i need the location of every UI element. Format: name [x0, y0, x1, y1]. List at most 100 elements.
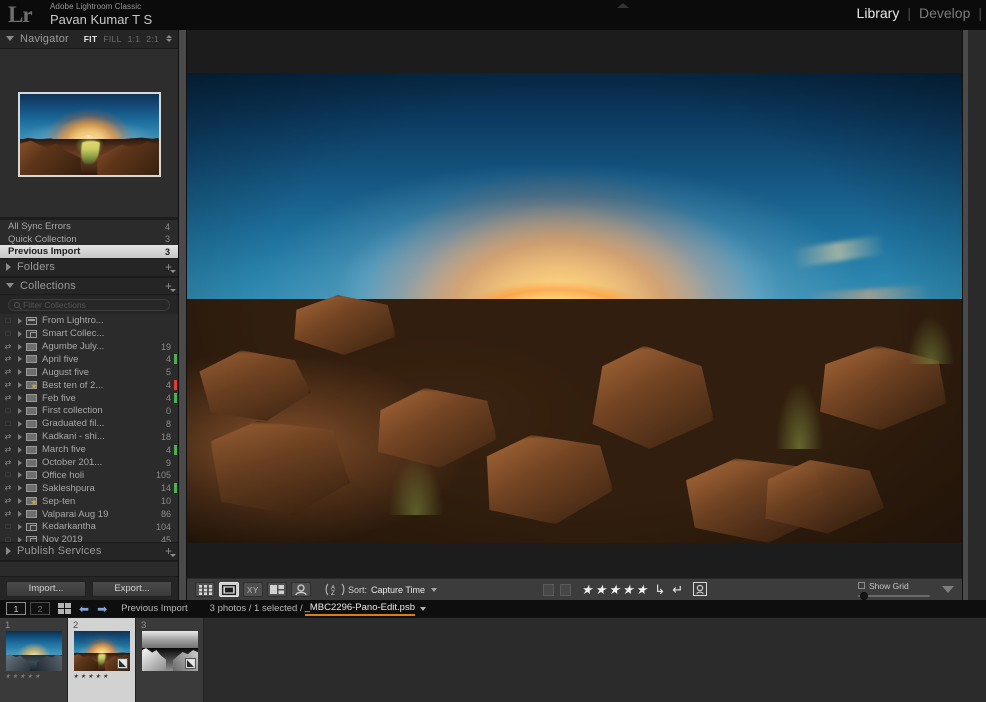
chevron-right-icon[interactable]	[16, 408, 26, 414]
add-collection-icon[interactable]: +	[165, 280, 172, 292]
collection-row[interactable]: ⇄Agumbe July...19	[0, 340, 178, 353]
publish-services-header[interactable]: Publish Services +	[0, 542, 178, 561]
sync-enabled-icon[interactable]: ⇄	[0, 343, 16, 351]
develop-edit-badge-icon[interactable]	[185, 658, 196, 669]
collection-row[interactable]: □Graduated fil...8	[0, 417, 178, 430]
zoom-2-1[interactable]: 2:1	[146, 34, 159, 44]
chevron-right-icon[interactable]	[16, 395, 26, 401]
sync-disabled-icon[interactable]: □	[0, 317, 16, 325]
filmstrip[interactable]: 1★★★★★2★★★★★3	[0, 617, 986, 702]
flag-pick-icon[interactable]	[543, 584, 554, 596]
chevron-right-icon[interactable]	[16, 434, 26, 440]
identity-plate[interactable]: Adobe Lightroom Classic Pavan Kumar T S	[50, 3, 152, 26]
filmstrip-source-label[interactable]: Previous Import	[121, 603, 188, 614]
sync-disabled-icon[interactable]: □	[0, 536, 16, 542]
show-grid-control[interactable]: Show Grid	[858, 581, 930, 599]
sync-enabled-icon[interactable]: ⇄	[0, 355, 16, 363]
sort-value[interactable]: Capture Time	[371, 585, 425, 595]
primary-photo[interactable]	[187, 73, 962, 543]
star-icon[interactable]: ★	[80, 674, 85, 680]
catalog-row-quick-collection[interactable]: Quick Collection 3	[0, 233, 178, 246]
catalog-row-all-sync-errors[interactable]: All Sync Errors 4	[0, 220, 178, 233]
loupe-view-icon[interactable]	[219, 582, 239, 597]
collection-row[interactable]: ⇄Feb five4	[0, 392, 178, 405]
thumbnail-rating[interactable]: ★★★★★	[5, 674, 40, 680]
rotate-left-icon[interactable]: ↳	[654, 583, 665, 596]
rating-stars[interactable]: ★★★★★	[581, 583, 647, 596]
sync-disabled-icon[interactable]: □	[0, 330, 16, 338]
add-folder-icon[interactable]: +	[165, 261, 172, 273]
filmstrip-thumbnail[interactable]: 2★★★★★	[68, 618, 136, 702]
rotate-right-icon[interactable]: ↵	[672, 583, 683, 596]
show-grid-checkbox[interactable]	[858, 582, 865, 589]
sync-enabled-icon[interactable]: ⇄	[0, 446, 16, 454]
chevron-right-icon[interactable]	[16, 524, 26, 530]
chevron-right-icon[interactable]	[16, 421, 26, 427]
zoom-1-1[interactable]: 1:1	[128, 34, 141, 44]
toolbar-options-icon[interactable]	[942, 586, 954, 593]
sync-disabled-icon[interactable]: □	[0, 407, 16, 415]
filmstrip-thumbnail[interactable]: 3	[136, 618, 204, 702]
chevron-right-icon[interactable]	[16, 318, 26, 324]
chevron-right-icon[interactable]	[16, 369, 26, 375]
folders-header[interactable]: Folders +	[0, 258, 178, 277]
thumbnail-image[interactable]	[6, 631, 62, 671]
zoom-fill[interactable]: FILL	[103, 34, 121, 44]
sync-enabled-icon[interactable]: ⇄	[0, 459, 16, 467]
collection-row[interactable]: □First collection0	[0, 405, 178, 418]
chevron-right-icon[interactable]	[16, 331, 26, 337]
star-icon[interactable]: ★	[20, 674, 25, 680]
export-button[interactable]: Export...	[92, 581, 172, 597]
star-icon[interactable]: ★	[5, 674, 10, 680]
chevron-right-icon[interactable]	[16, 356, 26, 362]
collection-row[interactable]: □Smart Collec...	[0, 327, 178, 340]
star-icon[interactable]: ★	[12, 674, 17, 680]
collection-row[interactable]: ⇄Kadkani - shi...18	[0, 430, 178, 443]
chevron-right-icon[interactable]	[16, 344, 26, 350]
filmstrip-grid-icon[interactable]	[58, 603, 71, 614]
loupe-view[interactable]	[187, 30, 962, 578]
zoom-stepper-icon[interactable]	[166, 35, 172, 42]
grid-size-slider[interactable]	[858, 593, 930, 599]
collection-row[interactable]: ⇄April five4	[0, 353, 178, 366]
star-icon[interactable]: ★	[581, 583, 593, 596]
thumbnail-image[interactable]	[74, 631, 130, 671]
star-icon[interactable]: ★	[608, 583, 620, 596]
chevron-right-icon[interactable]	[16, 537, 26, 542]
sort-direction-icon[interactable]	[431, 588, 437, 592]
star-icon[interactable]: ★	[73, 674, 78, 680]
chevron-right-icon[interactable]	[16, 447, 26, 453]
navigator-thumbnail[interactable]	[18, 92, 161, 177]
sync-enabled-icon[interactable]: ⇄	[0, 510, 16, 518]
chevron-right-icon[interactable]	[16, 485, 26, 491]
collection-row[interactable]: ⇄Best ten of 2...4	[0, 379, 178, 392]
navigator-preview-area[interactable]	[0, 49, 178, 221]
sync-disabled-icon[interactable]: □	[0, 523, 16, 531]
filmstrip-filename-caret-icon[interactable]	[420, 607, 426, 611]
filmstrip-thumbnail[interactable]: 1★★★★★	[0, 618, 68, 702]
star-icon[interactable]: ★	[103, 674, 108, 680]
compare-view-icon[interactable]: XY	[243, 582, 263, 597]
survey-view-icon[interactable]	[267, 582, 287, 597]
star-icon[interactable]: ★	[88, 674, 93, 680]
module-library[interactable]: Library	[849, 5, 908, 21]
sort-az-icon[interactable]: A Z	[324, 583, 346, 597]
sync-enabled-icon[interactable]: ⇄	[0, 433, 16, 441]
chevron-right-icon[interactable]	[16, 498, 26, 504]
chevron-right-icon[interactable]	[16, 382, 26, 388]
collection-row[interactable]: ⇄October 201...9	[0, 456, 178, 469]
collection-row[interactable]: ⇄Sep-ten10	[0, 495, 178, 508]
star-icon[interactable]: ★	[95, 674, 100, 680]
go-forward-icon[interactable]: ➡	[97, 603, 107, 615]
star-icon[interactable]: ★	[636, 583, 648, 596]
screen-1-button[interactable]: 1	[6, 602, 26, 615]
go-back-icon[interactable]: ⬅	[79, 603, 89, 615]
sync-enabled-icon[interactable]: ⇄	[0, 484, 16, 492]
left-panel-resize-handle[interactable]	[179, 30, 187, 600]
screen-2-button[interactable]: 2	[30, 602, 50, 615]
sync-enabled-icon[interactable]: ⇄	[0, 394, 16, 402]
collection-row[interactable]: □Kedarkantha104	[0, 521, 178, 534]
thumbnail-rating[interactable]: ★★★★★	[73, 674, 108, 680]
add-publish-service-icon[interactable]: +	[165, 545, 172, 557]
collection-row[interactable]: ⇄August five5	[0, 366, 178, 379]
